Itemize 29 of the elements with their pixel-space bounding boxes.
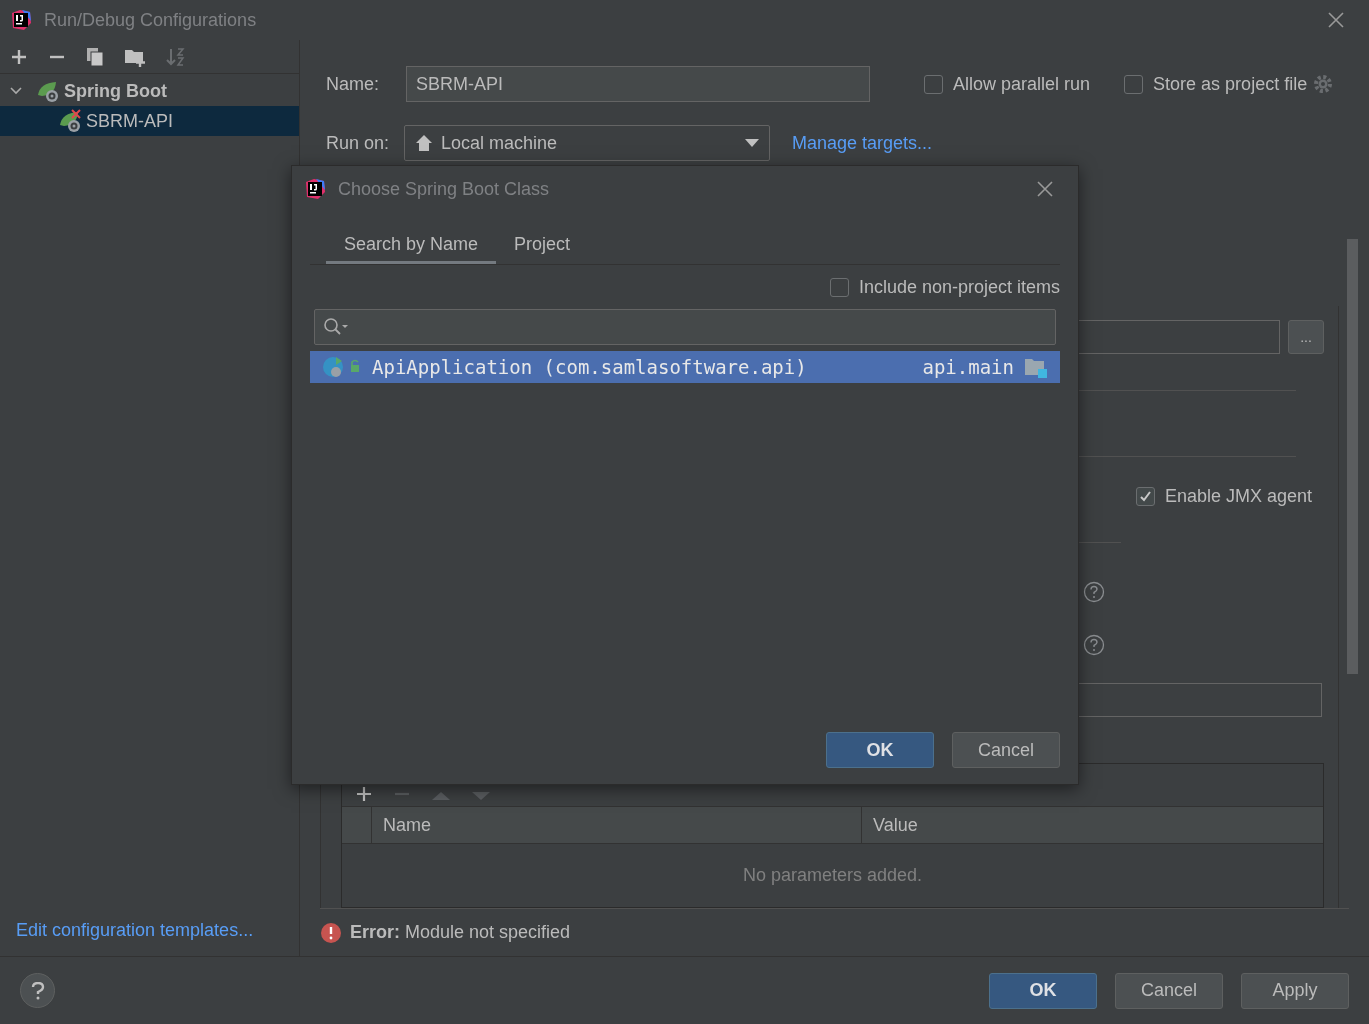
tree-item[interactable]: SBRM-API	[0, 106, 299, 136]
ok-button[interactable]: OK	[826, 732, 934, 768]
dialog-button[interactable]: Apply	[1241, 972, 1349, 1009]
dialog-button[interactable]: Cancel	[1115, 972, 1223, 1009]
module-name: api.main	[922, 354, 1014, 380]
manage-targets-link[interactable]: Manage targets...	[792, 129, 933, 157]
edit-templates-link[interactable]: Edit configuration templates...	[16, 920, 254, 940]
error-message: Error: Module not specified	[350, 921, 571, 944]
checkbox-label: Allow parallel run	[953, 72, 1091, 96]
checkbox-label: Include non-project items	[858, 276, 1060, 299]
dialog-title: Choose Spring Boot Class	[338, 177, 550, 201]
column-header: Name	[372, 807, 862, 843]
ok-button[interactable]: OK	[989, 972, 1097, 1009]
dialog-tab[interactable]: Search by Name	[326, 228, 497, 264]
name-field[interactable]: SBRM-API	[406, 66, 870, 102]
class-name: ApiApplication (com.samlasoftware.api)	[372, 354, 807, 380]
browse-button[interactable]: ...	[1288, 320, 1324, 354]
empty-message: No parameters added.	[742, 864, 923, 887]
result-row[interactable]: ApiApplication (com.samlasoftware.api) api.main	[310, 351, 1060, 383]
checkbox-label: Store as project file	[1153, 72, 1308, 96]
dialog-button[interactable]: Cancel	[952, 732, 1060, 768]
window-title: Run/Debug Configurations	[44, 8, 257, 32]
name-label: Name:	[326, 72, 380, 96]
run-on-dropdown[interactable]: Local machine	[404, 125, 770, 161]
checkbox-label: Enable JMX agent	[1164, 485, 1312, 508]
dialog-tab[interactable]: Project	[496, 228, 589, 264]
column-header: Value	[872, 813, 918, 837]
tree-item[interactable]: Spring Boot	[0, 76, 299, 106]
run-on-label: Run on:	[326, 131, 391, 155]
